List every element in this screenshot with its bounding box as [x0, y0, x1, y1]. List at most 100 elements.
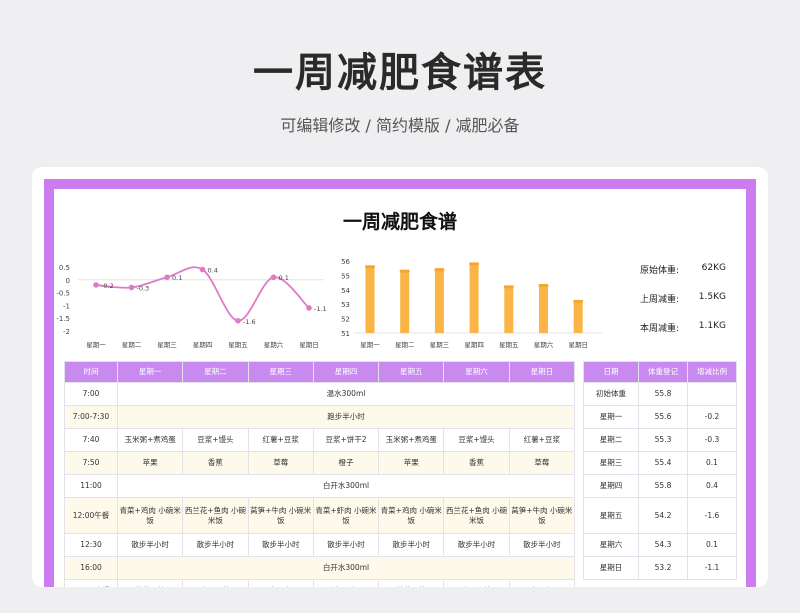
menu-row: 12:00午餐 青菜+鸡肉 小碗米饭 西兰花+鱼肉 小碗米饭 莴笋+牛肉 小碗米饭 青菜…: [64, 497, 576, 534]
page-subtitle: 可编辑修改 / 简约模版 / 减肥必备: [280, 116, 520, 135]
data-label: -0.2: [101, 282, 114, 290]
stat-value: 1.5KG: [698, 292, 726, 302]
weight-change-cell: 0.1: [687, 533, 737, 557]
menu-cell: 橙子: [312, 451, 380, 475]
bar-cap: [365, 265, 375, 269]
menu-row: 17:00晚餐蔬菜沙拉水果沙拉面包+水果酸奶+水果蔬菜沙拉水果沙拉面包+水果: [64, 579, 576, 587]
weight-weight-cell: 55.8: [638, 382, 688, 406]
x-tick-label: 星期二: [395, 341, 415, 349]
weight-row: 星期二 55.3 -0.3: [583, 428, 737, 452]
x-tick-label: 星期日: [299, 341, 319, 349]
time-cell: 12:00午餐: [64, 497, 118, 534]
menu-cell: 散步半小时: [247, 533, 314, 557]
x-tick-label: 星期五: [499, 341, 519, 349]
bar-cap: [573, 299, 584, 303]
weight-row: 星期一 55.6 -0.2: [583, 405, 737, 429]
weight-day-cell: 星期一: [583, 405, 639, 429]
data-label: -0.3: [137, 284, 150, 292]
weight-weight-cell: 54.2: [638, 497, 688, 534]
bar: [365, 266, 375, 333]
menu-cell: 水果沙拉: [443, 579, 510, 587]
menu-cell: 面包+水果: [247, 579, 314, 587]
x-tick-label: 星期二: [122, 341, 142, 349]
menu-cell: 莴笋+牛肉 小碗米饭: [508, 497, 576, 534]
menu-cell: 水果沙拉: [182, 579, 249, 587]
y-tick-label: -0.5: [56, 290, 70, 298]
menu-cell: 青菜+虾肉 小碗米饭: [312, 497, 380, 534]
stat-label: 上周减重:: [640, 295, 680, 305]
menu-cell: 草莓: [247, 451, 314, 475]
bar: [469, 263, 479, 333]
x-tick-label: 星期四: [464, 341, 484, 349]
menu-cell: 青菜+鸡肉 小碗米饭: [116, 497, 184, 534]
menu-cell: 散步半小时: [443, 533, 510, 557]
data-point: [93, 282, 99, 288]
y-tick-label: 56: [341, 258, 350, 266]
x-tick-label: 星期五: [228, 341, 248, 349]
weight-change-line-chart: 0.5 0 -0.5 -1 -1.5 -2 -0.2 星期一 -0.3 星期二 0.1 星期三 0.4 星…: [56, 264, 326, 349]
sheet-card: 一周减肥食谱 0.5 0 -0.5 -1 -1.5 -2 -0.2 星期一 -0.3 星期二 0.1…: [32, 167, 768, 587]
x-tick-label: 星期三: [430, 341, 450, 349]
weight-weight-cell: 55.8: [638, 474, 688, 498]
bar-cap: [399, 269, 410, 273]
stat-label: 原始体重:: [640, 266, 680, 276]
data-label: 0.1: [172, 274, 182, 282]
weight-day-cell: 星期二: [583, 428, 639, 452]
menu-cell: 豆浆+馒头: [182, 428, 249, 452]
time-cell: 11:00: [64, 474, 118, 498]
weight-row: 星期三 55.4 0.1: [583, 451, 737, 475]
bar: [504, 286, 514, 333]
time-cell: 16:00: [64, 556, 118, 580]
weight-weight-cell: 54.3: [638, 533, 688, 557]
sheet-frame: 一周减肥食谱 0.5 0 -0.5 -1 -1.5 -2 -0.2 星期一 -0.3 星期二 0.1…: [44, 179, 756, 587]
weight-change-cell: 0.1: [687, 451, 737, 475]
sheet-title: 一周减肥食谱: [342, 211, 457, 233]
weight-log-table: 日期 体重登记 增减比例 初始体重 55.8 星期一 55.6 -0.2 星期二 55.3 -0.…: [583, 361, 737, 580]
data-label: -1.6: [243, 318, 256, 326]
weight-change-cell: 0.4: [687, 474, 737, 498]
menu-cell: 散步半小时: [116, 533, 184, 557]
weight-change-cell: [687, 382, 737, 406]
x-tick-label: 星期六: [534, 340, 554, 349]
x-tick-label: 星期四: [193, 341, 213, 349]
menu-cell: 面包+水果: [508, 579, 576, 587]
weekly-menu-table: 时间 星期一 星期二 星期三 星期四 星期五 星期六 星期日 7:00 温水300ml 7:00-…: [64, 361, 576, 587]
weight-change-cell: -1.1: [687, 556, 737, 580]
weight-row: 星期日 53.2 -1.1: [583, 556, 737, 580]
menu-cell: 青菜+鸡肉 小碗米饭: [378, 497, 445, 534]
column-header: 增减比例: [687, 361, 737, 383]
weight-day-cell: 星期六: [583, 533, 639, 557]
menu-row: 12:30 散步半小时 散步半小时 散步半小时 散步半小时 散步半小时 散步半小时 散步半小时: [64, 533, 576, 557]
menu-row: 16:00 白开水300ml: [64, 556, 575, 580]
bar-cap: [503, 285, 514, 289]
menu-cell: 西兰花+鱼肉 小碗米饭: [182, 497, 249, 534]
menu-cell: 玉米粥+煮鸡蛋: [378, 428, 445, 452]
weight-weight-cell: 53.2: [638, 556, 688, 580]
menu-cell: 苹果: [116, 451, 184, 475]
stat-last-week-loss: 上周减重: 1.5KG: [640, 292, 740, 306]
column-header: 体重登记: [638, 361, 688, 383]
y-tick-label: 51: [341, 330, 350, 338]
page-title: 一周减肥食谱表: [253, 50, 547, 96]
weight-row: 星期四 55.8 0.4: [583, 474, 737, 498]
column-header: 星期日: [508, 361, 576, 383]
x-tick-label: 星期六: [264, 340, 284, 349]
x-tick-label: 星期一: [86, 341, 106, 349]
weight-day-cell: 初始体重: [583, 382, 639, 406]
stat-this-week-loss: 本周减重: 1.1KG: [640, 321, 740, 335]
weight-day-cell: 星期四: [583, 474, 639, 498]
time-cell: 17:00晚餐: [64, 579, 118, 587]
weight-weight-cell: 55.4: [638, 451, 688, 475]
bar: [434, 269, 444, 333]
data-point: [164, 274, 170, 281]
weight-day-cell: 星期五: [583, 497, 639, 534]
column-header: 时间: [64, 361, 118, 383]
menu-row: 7:00-7:30 跑步半小时: [64, 405, 575, 429]
y-tick-label: 0: [66, 277, 70, 285]
sheet-inner: 一周减肥食谱 0.5 0 -0.5 -1 -1.5 -2 -0.2 星期一 -0.3 星期二 0.1…: [54, 189, 746, 587]
column-header: 星期四: [312, 361, 380, 383]
y-tick-label: -2: [63, 328, 70, 336]
merged-cell: 白开水300ml: [117, 474, 575, 498]
time-cell: 12:30: [64, 533, 118, 557]
column-header: 星期五: [378, 361, 445, 383]
